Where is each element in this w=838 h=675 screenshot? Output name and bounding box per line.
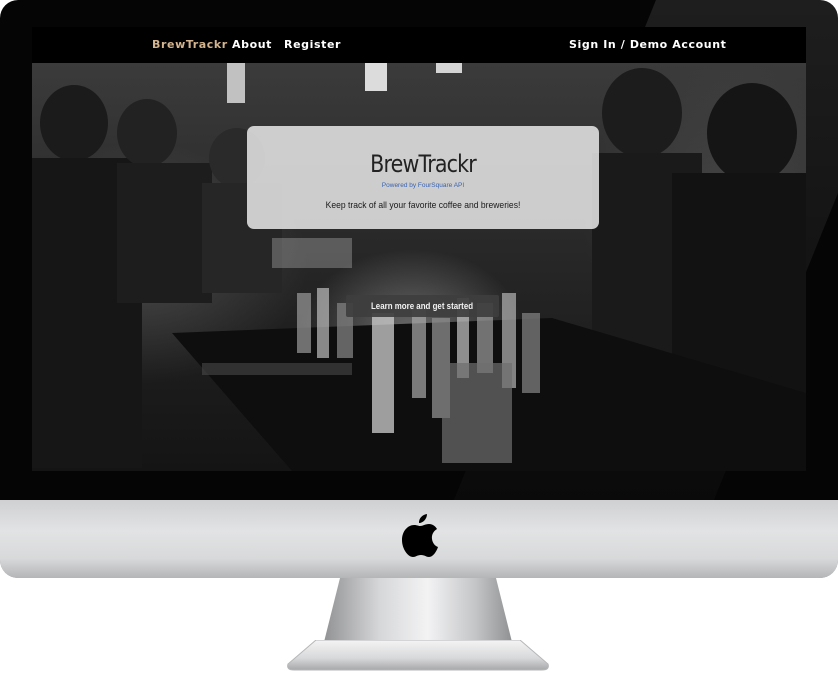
screen: BrewTrackr About Register Sign In / Demo…	[32, 27, 806, 471]
nav-register-link[interactable]: Register	[284, 38, 341, 51]
monitor-bezel: BrewTrackr About Register Sign In / Demo…	[0, 0, 838, 500]
hero-tagline: Keep track of all your favorite coffee a…	[325, 200, 521, 211]
learn-more-button[interactable]: Learn more and get started	[346, 295, 499, 317]
learn-more-button-label: Learn more and get started	[371, 301, 474, 311]
monitor-stand-base	[287, 640, 549, 671]
powered-by-link[interactable]: Powered by FourSquare API	[247, 182, 599, 189]
nav-about-link[interactable]: About	[232, 38, 272, 51]
bar-scene-background-image	[32, 63, 806, 471]
nav-brand-link[interactable]: BrewTrackr	[152, 38, 228, 51]
apple-logo-icon	[402, 514, 438, 557]
monitor-frame: BrewTrackr About Register Sign In / Demo…	[0, 0, 838, 578]
nav-signin-link[interactable]: Sign In / Demo Account	[569, 38, 727, 51]
hero-card: BrewTrackr Powered by FourSquare API Kee…	[247, 126, 599, 229]
top-navbar: BrewTrackr About Register Sign In / Demo…	[32, 27, 806, 63]
hero-title: BrewTrackr	[370, 150, 477, 178]
hero-section: BrewTrackr Powered by FourSquare API Kee…	[32, 63, 806, 471]
